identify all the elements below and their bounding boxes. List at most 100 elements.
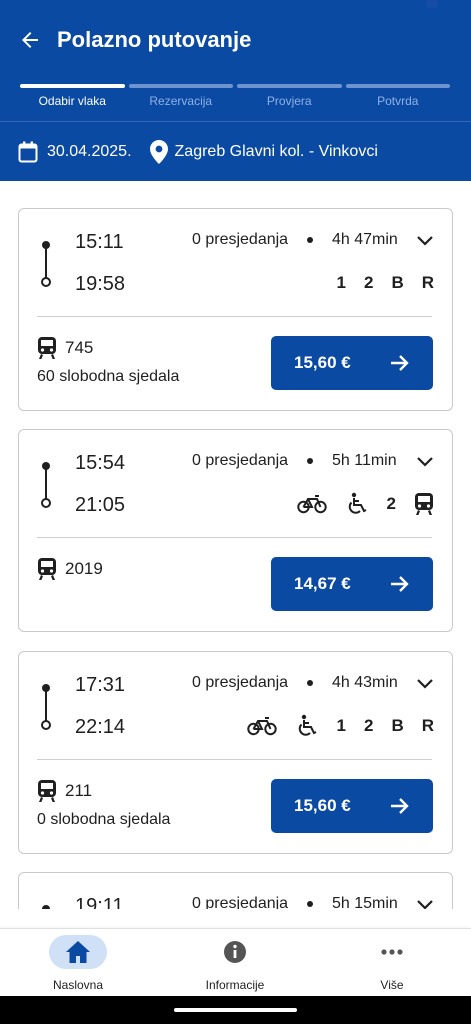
train-info: 211 xyxy=(37,780,92,802)
departure-time: 17:31 xyxy=(75,674,126,696)
timeline xyxy=(41,241,51,287)
step-reservation: Rezervacija xyxy=(128,84,233,114)
bicycle-icon xyxy=(246,716,277,736)
select-trip-button[interactable]: 14,67 € xyxy=(271,557,433,611)
bicycle-icon xyxy=(296,494,327,514)
calendar-icon xyxy=(18,141,38,163)
separator-dot xyxy=(307,680,313,686)
card-divider xyxy=(37,316,432,317)
route-label: Zagreb Glavni kol. - Vinkovci xyxy=(174,143,378,160)
separator-dot xyxy=(307,458,313,464)
arrival-time: 22:14 xyxy=(75,716,126,738)
transfers-count: 0 presjedanja xyxy=(192,231,289,248)
step-review: Provjera xyxy=(237,84,342,114)
trip-list: 15:11 19:58 0 presjedanja 4h 47min 1 2 B… xyxy=(0,181,471,909)
home-icon xyxy=(66,941,90,963)
step-bar xyxy=(20,84,125,88)
trip-card[interactable]: 17:31 22:14 0 presjedanja 4h 43min 1 2 B… xyxy=(18,651,453,854)
train-number: 745 xyxy=(65,338,94,357)
nav-home-pill xyxy=(49,935,107,969)
transfers-count: 0 presjedanja xyxy=(192,452,289,469)
journey-info: 30.04.2025. Zagreb Glavni kol. - Vinkovc… xyxy=(18,138,378,166)
step-label: Provjera xyxy=(266,94,312,108)
amenity-first-class: 1 xyxy=(336,273,346,292)
arrival-time: 21:05 xyxy=(75,494,126,516)
train-icon xyxy=(38,558,56,580)
departure-time: 15:54 xyxy=(75,452,126,474)
more-icon xyxy=(381,949,403,955)
price-label: 15,60 € xyxy=(294,796,351,815)
trip-duration: 5h 15min xyxy=(332,895,398,909)
train-icon xyxy=(38,780,56,802)
trip-duration: 4h 47min xyxy=(332,231,398,248)
departure-time: 19:11 xyxy=(75,895,124,909)
step-bar xyxy=(128,84,233,88)
arrow-right-icon xyxy=(391,355,409,371)
available-seats: 60 slobodna sjedala xyxy=(37,368,180,385)
wheelchair-icon xyxy=(345,492,369,516)
nav-label: Naslovna xyxy=(52,978,104,992)
amenity-reservation: R xyxy=(421,716,434,735)
price-label: 15,60 € xyxy=(294,353,351,372)
chevron-down-icon[interactable] xyxy=(415,452,435,472)
chevron-down-icon[interactable] xyxy=(415,895,435,909)
nav-info-pill xyxy=(206,935,264,969)
step-label: Odabir vlaka xyxy=(38,94,106,108)
progress-steps: Odabir vlaka Rezervacija Provjera Potvrd… xyxy=(20,84,450,114)
train-icon xyxy=(38,337,56,359)
available-seats: 0 slobodna sjedala xyxy=(37,811,171,828)
card-divider xyxy=(37,759,432,760)
amenity-bistro: B xyxy=(391,273,404,292)
nav-more[interactable]: Više xyxy=(332,929,452,997)
transfers-count: 0 presjedanja xyxy=(192,674,289,691)
card-divider xyxy=(37,537,432,538)
amenity-second-class: 2 xyxy=(386,494,396,513)
chevron-down-icon[interactable] xyxy=(415,674,435,694)
arrow-left-icon xyxy=(22,32,38,48)
header-divider xyxy=(0,121,471,122)
page-title: Polazno putovanje xyxy=(57,27,252,52)
arrow-right-icon xyxy=(391,798,409,814)
trip-card[interactable]: 15:11 19:58 0 presjedanja 4h 47min 1 2 B… xyxy=(18,208,453,411)
amenities: 1 2 B R xyxy=(246,714,434,738)
transfers-count: 0 presjedanja xyxy=(192,895,289,909)
trip-duration: 4h 43min xyxy=(332,674,398,691)
train-info: 2019 xyxy=(37,558,103,580)
separator-dot xyxy=(307,901,313,907)
train-number: 2019 xyxy=(65,559,103,578)
train-number: 211 xyxy=(65,781,93,800)
amenity-first-class: 1 xyxy=(336,716,346,735)
select-trip-button[interactable]: 15,60 € xyxy=(271,779,433,833)
step-label: Rezervacija xyxy=(149,94,213,108)
train-info: 745 xyxy=(37,337,93,359)
price-label: 14,67 € xyxy=(294,574,351,593)
train-icon xyxy=(414,493,434,515)
back-button[interactable] xyxy=(14,24,46,56)
amenity-second-class: 2 xyxy=(363,273,374,292)
trip-card[interactable]: 15:54 21:05 0 presjedanja 5h 11min 2 201… xyxy=(18,429,453,632)
amenity-second-class: 2 xyxy=(363,716,374,735)
nav-more-pill xyxy=(363,935,421,969)
step-train-selection: Odabir vlaka xyxy=(20,84,125,114)
separator-dot xyxy=(307,237,313,243)
location-pin-icon xyxy=(149,140,168,164)
step-bar xyxy=(237,84,342,88)
timeline xyxy=(41,462,51,508)
bottom-navigation: Naslovna Informacije Više xyxy=(0,928,471,996)
info-icon xyxy=(224,941,246,963)
trip-card[interactable]: 19:11 0 presjedanja 5h 15min xyxy=(18,872,453,909)
step-label: Potvrda xyxy=(377,94,419,108)
arrow-right-icon xyxy=(391,576,409,592)
top-bar: Polazno putovanje xyxy=(0,0,471,80)
home-indicator[interactable] xyxy=(174,1008,297,1012)
timeline xyxy=(41,905,51,909)
nav-information[interactable]: Informacije xyxy=(175,929,295,997)
app-header: Polazno putovanje Odabir vlaka Rezervaci… xyxy=(0,0,471,181)
travel-date: 30.04.2025. xyxy=(47,143,132,160)
step-bar xyxy=(345,84,450,88)
amenities: 2 xyxy=(296,492,434,516)
wheelchair-icon xyxy=(295,714,319,738)
chevron-down-icon[interactable] xyxy=(415,231,435,251)
select-trip-button[interactable]: 15,60 € xyxy=(271,336,433,390)
nav-home[interactable]: Naslovna xyxy=(18,929,138,997)
